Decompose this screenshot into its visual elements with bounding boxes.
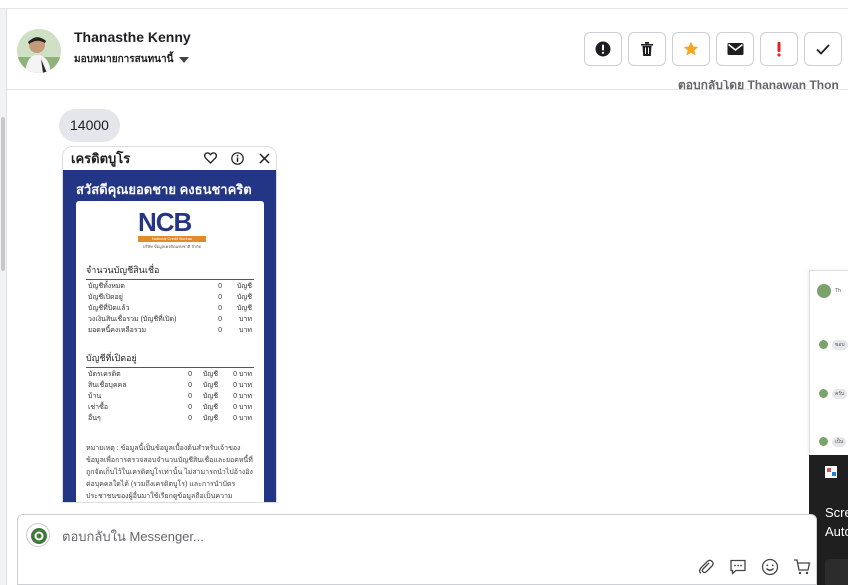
summary-row: บัญชีที่ปิดแล้ว 0 บัญชี	[88, 305, 252, 312]
envelope-icon	[727, 43, 743, 55]
emoji-button[interactable]	[760, 557, 780, 577]
delete-button[interactable]	[628, 32, 666, 66]
screenshot-app-icon	[825, 466, 837, 478]
open-account-row: อื่นๆ 0 บัญชี 0 บาท	[88, 415, 252, 422]
scrollbar-thumb[interactable]	[1, 117, 5, 271]
star-button[interactable]	[672, 32, 710, 66]
notification-title: Screen	[825, 505, 848, 520]
page-avatar	[26, 523, 50, 547]
side-header: Th	[816, 283, 841, 299]
messenger-inbox-page: Thanasthe Kenny มอบหมายการสนทนานี้ ตอบกล…	[0, 0, 848, 585]
side-chat-preview[interactable]: Th ขอบ ครับ เป็น	[809, 270, 848, 455]
credit-report-sheet: NCB National Credit Bureau บริษัท ข้อมูล…	[76, 201, 264, 502]
saved-replies-button[interactable]	[728, 557, 748, 577]
open-account-row: บัตรเครดิต 0 บัญชี 0 บาท	[88, 371, 252, 378]
cart-icon	[794, 559, 811, 575]
shop-button[interactable]	[792, 557, 812, 577]
notification-action-button[interactable]	[825, 559, 848, 585]
message-bubble[interactable]: 14000	[59, 109, 120, 142]
paperclip-icon	[698, 559, 714, 574]
open-account-row: สินเชื่อบุคคล 0 บัญชี 0 บาท	[88, 382, 252, 389]
open-account-row: บ้าน 0 บัญชี 0 บาท	[88, 393, 252, 400]
reply-attribution: ตอบกลับโดย Thanawan Thon	[678, 80, 839, 90]
ncb-logo-text: NCB	[138, 207, 192, 237]
section-title-open-accounts: บัญชีที่เปิดอยู่	[86, 351, 254, 368]
exclamation-circle-icon	[595, 41, 611, 57]
top-divider	[0, 0, 848, 9]
contact-avatar[interactable]	[17, 29, 61, 73]
mark-important-button[interactable]	[760, 32, 798, 66]
side-header-label: Th	[835, 288, 841, 294]
composer-tools	[696, 557, 812, 577]
credit-bureau-card[interactable]: เครดิตบูโร สวัสดีคุณยอดชาย คงธนชาคริต NC…	[62, 146, 277, 503]
check-icon	[816, 44, 830, 55]
trash-icon	[641, 42, 653, 56]
card-greeting: สวัสดีคุณยอดชาย คงธนชาคริต	[76, 182, 252, 197]
heart-icon[interactable]	[202, 150, 218, 166]
summary-row: ยอดหนี้คงเหลือรวม 0 บาท	[88, 327, 252, 334]
chevron-down-icon	[179, 56, 190, 63]
avatar	[818, 436, 829, 447]
card-title: เครดิตบูโร	[71, 151, 131, 166]
ncb-logo: NCB National Credit Bureau บริษัท ข้อมูล…	[138, 209, 206, 250]
open-account-row: เช่าซื้อ 0 บัญชี 0 บาท	[88, 404, 252, 411]
ncb-logo-subtext: บริษัท ข้อมูลเครดิตแห่งชาติ จำกัด	[142, 244, 202, 249]
info-icon[interactable]	[229, 150, 245, 166]
left-scrollbar[interactable]	[0, 9, 7, 585]
open-accounts-list: บัตรเครดิต 0 บัญชี 0 บาท สินเชื่อบุคคล 0 บัญช…	[88, 369, 252, 424]
assign-label: มอบหมายการสนทนานี้	[74, 54, 174, 65]
assign-conversation-dropdown[interactable]: มอบหมายการสนทนานี้	[74, 52, 190, 67]
section-title-accounts: จำนวนบัญชีสินเชื่อ	[86, 263, 254, 280]
card-body: สวัสดีคุณยอดชาย คงธนชาคริต NCB National …	[63, 170, 276, 502]
notification-subtitle: Autom	[825, 524, 848, 539]
summary-row: บัญชีทั้งหมด 0 บัญชี	[88, 283, 252, 290]
mark-spam-button[interactable]	[584, 32, 622, 66]
list-item[interactable]: ขอบ	[818, 339, 848, 350]
close-icon[interactable]	[256, 150, 272, 166]
conversation-actions	[584, 32, 842, 66]
star-icon	[683, 41, 699, 56]
conversation-header: Thanasthe Kenny มอบหมายการสนทนานี้	[7, 9, 848, 90]
chat-bubble-icon	[730, 559, 746, 575]
accounts-summary-list: บัญชีทั้งหมด 0 บัญชี บัญชีเปิดอยู่ 0 บัญชี บ…	[88, 281, 252, 336]
emoji-icon	[761, 558, 779, 576]
contact-name[interactable]: Thanasthe Kenny	[74, 29, 191, 45]
reply-input[interactable]	[62, 529, 662, 544]
mark-done-button[interactable]	[804, 32, 842, 66]
card-disclaimer: หมายเหตุ : ข้อมูลนี้เป็นข้อมูลเบื้องต้นส…	[86, 445, 253, 500]
reply-composer	[17, 514, 817, 585]
avatar	[818, 388, 829, 399]
attach-button[interactable]	[696, 557, 716, 577]
list-item[interactable]: เป็น	[818, 436, 847, 447]
summary-row: วงเงินสินเชื่อรวม (บัญชีที่เปิด) 0 บาท	[88, 316, 252, 323]
mark-unread-button[interactable]	[716, 32, 754, 66]
avatar	[816, 283, 832, 299]
list-item[interactable]: ครับ	[818, 388, 848, 399]
summary-row: บัญชีเปิดอยู่ 0 บัญชี	[88, 294, 252, 301]
exclamation-icon	[777, 42, 781, 57]
avatar	[818, 339, 829, 350]
card-header: เครดิตบูโร	[63, 147, 276, 170]
